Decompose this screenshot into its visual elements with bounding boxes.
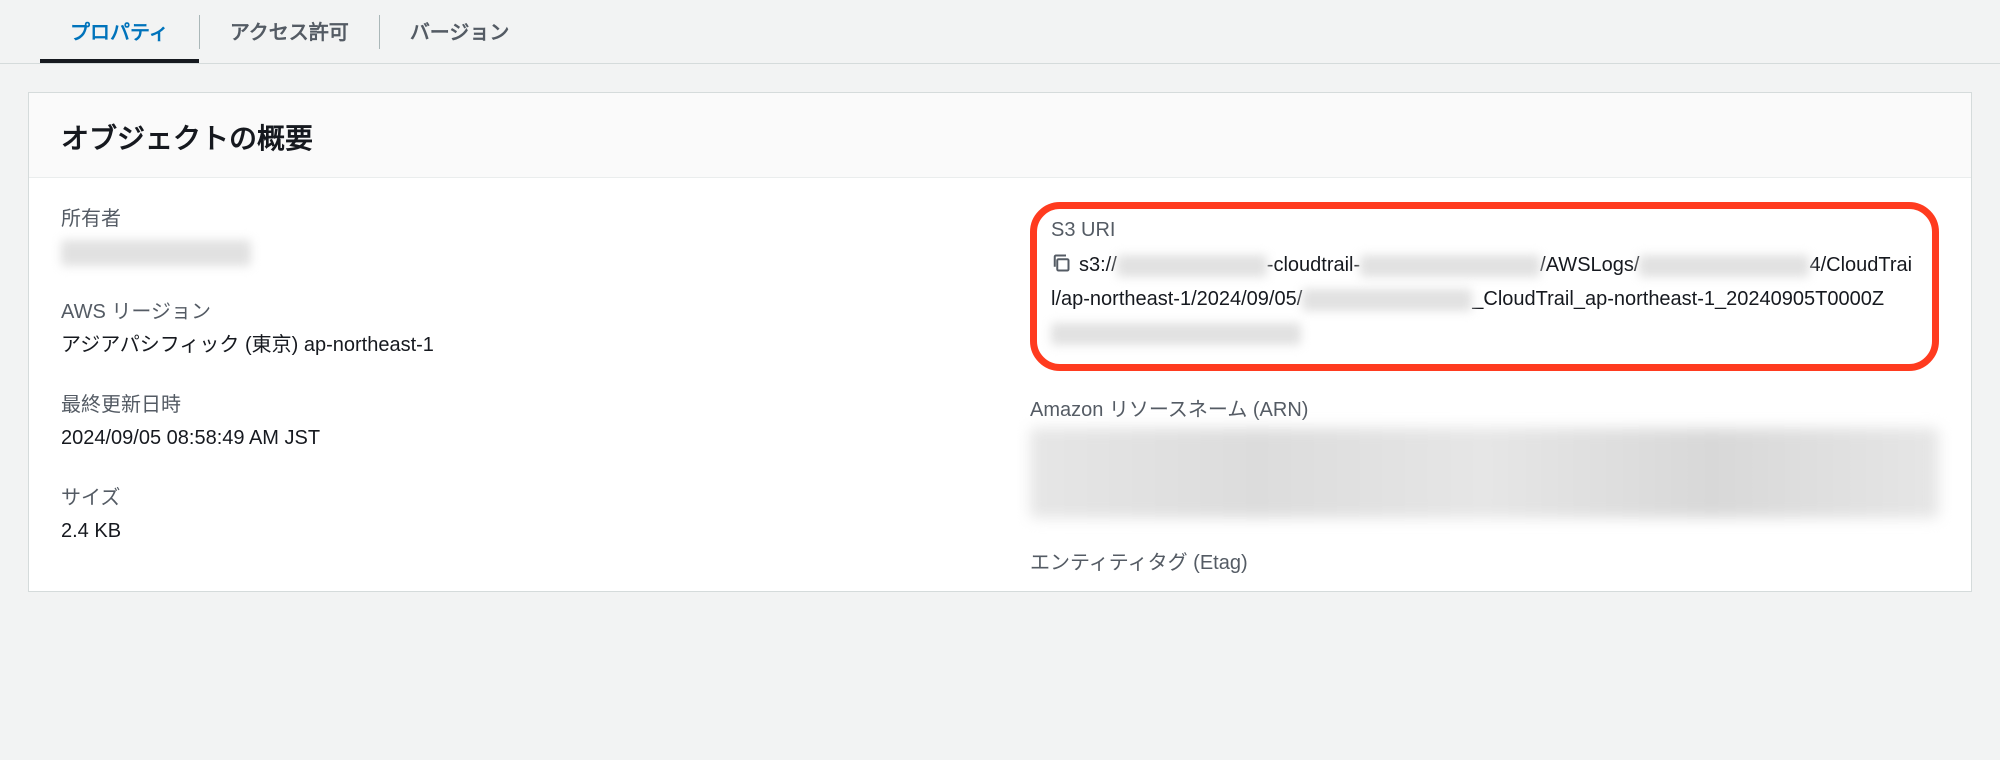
field-etag: エンティティタグ (Etag)	[1030, 546, 1939, 575]
left-column: 所有者 xxxxxxxxxxx AWS リージョン アジアパシフィック (東京)…	[61, 202, 970, 581]
field-owner: 所有者 xxxxxxxxxxx	[61, 202, 970, 267]
owner-value: xxxxxxxxxxx	[61, 237, 970, 267]
s3uri-label: S3 URI	[1051, 219, 1918, 242]
field-arn: Amazon リソースネーム (ARN)	[1030, 393, 1939, 518]
right-column: S3 URI s3://xx-cloudtrail-xx/AWSLogs/xx4…	[1030, 202, 1939, 581]
owner-label: 所有者	[61, 202, 970, 231]
field-size: サイズ 2.4 KB	[61, 481, 970, 546]
object-overview-panel: オブジェクトの概要 所有者 xxxxxxxxxxx AWS リージョン アジアパ…	[28, 92, 1972, 592]
panel-body: 所有者 xxxxxxxxxxx AWS リージョン アジアパシフィック (東京)…	[29, 178, 1971, 591]
size-label: サイズ	[61, 481, 970, 510]
field-lastmodified: 最終更新日時 2024/09/05 08:58:49 AM JST	[61, 388, 970, 453]
s3uri-text-p2: -cloudtrail-	[1267, 254, 1360, 276]
panel-title: オブジェクトの概要	[61, 117, 1939, 157]
redacted-block	[1030, 428, 1939, 518]
lastmodified-label: 最終更新日時	[61, 388, 970, 417]
s3uri-text-p5: _CloudTrail_ap-northeast-1_20240905T0000…	[1472, 288, 1884, 310]
region-label: AWS リージョン	[61, 295, 970, 324]
size-value: 2.4 KB	[61, 516, 970, 546]
redacted-value: xx	[1051, 323, 1301, 345]
tabs-bar: プロパティ アクセス許可 バージョン	[0, 0, 2000, 64]
lastmodified-value: 2024/09/05 08:58:49 AM JST	[61, 423, 970, 453]
tab-versions[interactable]: バージョン	[380, 0, 540, 63]
copy-icon[interactable]	[1051, 250, 1071, 270]
tab-properties[interactable]: プロパティ	[40, 0, 199, 63]
field-region: AWS リージョン アジアパシフィック (東京) ap-northeast-1	[61, 295, 970, 360]
redacted-value: xx	[1117, 255, 1267, 277]
redacted-value: xx	[1639, 255, 1809, 277]
region-value: アジアパシフィック (東京) ap-northeast-1	[61, 330, 970, 360]
s3-uri-highlight: S3 URI s3://xx-cloudtrail-xx/AWSLogs/xx4…	[1030, 202, 1939, 371]
redacted-value: xxxxxxxxxxx	[61, 240, 251, 266]
tab-permissions[interactable]: アクセス許可	[200, 0, 379, 63]
redacted-value: xx	[1302, 289, 1472, 311]
s3uri-value: s3://xx-cloudtrail-xx/AWSLogs/xx4/CloudT…	[1051, 248, 1918, 350]
panel-header: オブジェクトの概要	[29, 93, 1971, 178]
arn-label: Amazon リソースネーム (ARN)	[1030, 393, 1939, 422]
s3uri-text-p1: s3://	[1079, 254, 1117, 276]
etag-label: エンティティタグ (Etag)	[1030, 546, 1939, 575]
s3uri-text-p3: /AWSLogs/	[1540, 254, 1639, 276]
redacted-value: xx	[1360, 255, 1540, 277]
